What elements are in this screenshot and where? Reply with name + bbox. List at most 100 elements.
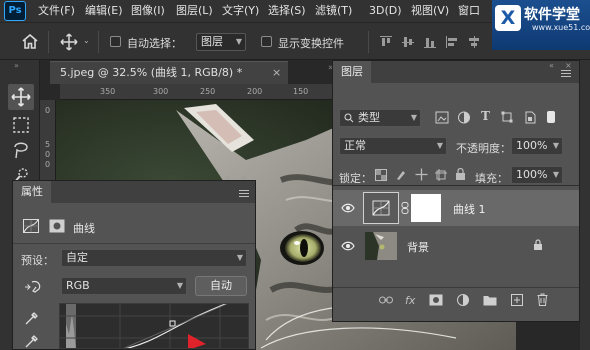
align-vcenter-icon[interactable] [402, 36, 414, 48]
layer-mask-thumbnail[interactable] [411, 194, 441, 222]
layer-name[interactable]: 曲线 1 [453, 201, 486, 217]
document-tab-title: 5.jpeg @ 32.5% (曲线 1, RGB/8) * [60, 66, 243, 79]
layer-filter-dropdown[interactable]: 类型 ▼ [339, 109, 421, 127]
separator [98, 31, 99, 53]
visibility-eye-icon[interactable] [341, 201, 355, 215]
on-image-adjust-icon[interactable] [23, 279, 43, 295]
opacity-input[interactable]: 100% ▼ [511, 137, 563, 155]
eyedropper-gray-icon[interactable] [23, 334, 39, 350]
filter-pixel-icon[interactable] [435, 111, 449, 124]
mask-icon[interactable] [49, 219, 65, 233]
lock-transparency-icon[interactable] [375, 169, 387, 181]
menu-view[interactable]: 视图(V) [411, 3, 449, 19]
lock-position-icon[interactable] [415, 168, 428, 181]
new-adjustment-icon[interactable] [457, 294, 469, 306]
channel-dropdown[interactable]: RGB ▼ [61, 277, 187, 295]
collapse-panel-icon[interactable]: « [549, 61, 554, 70]
close-icon[interactable]: × [272, 62, 281, 84]
move-tool-icon[interactable] [60, 33, 78, 51]
move-tool-button[interactable] [8, 84, 34, 110]
divider [13, 243, 255, 244]
menu-image[interactable]: 图像(I) [131, 3, 165, 19]
show-transform-checkbox[interactable] [261, 36, 272, 47]
chevron-down-icon: ▼ [235, 37, 242, 46]
auto-button[interactable]: 自动 [195, 276, 247, 296]
menu-layer[interactable]: 图层(L) [176, 3, 213, 19]
auto-select-checkbox[interactable] [110, 36, 121, 47]
lock-pixels-icon[interactable] [395, 169, 407, 181]
filter-smart-object-icon[interactable] [523, 111, 537, 124]
layer-row-background[interactable]: 背景 [333, 228, 579, 264]
filter-toggle-switch[interactable] [547, 111, 555, 123]
curves-adjustment-icon [372, 200, 390, 216]
preset-value: 自定 [66, 251, 88, 264]
curves-graph[interactable] [59, 303, 249, 349]
layers-panel-header: 图层 « × [333, 61, 579, 83]
lock-artboard-icon[interactable] [435, 169, 447, 181]
curves-graph-plot [60, 304, 248, 348]
ruler-label: 0 [45, 160, 51, 169]
ruler-label: 250 [200, 87, 216, 96]
marquee-tool-button[interactable] [8, 112, 34, 138]
layer-row-curves[interactable]: 曲线 1 [333, 190, 579, 226]
panel-menu-icon[interactable] [239, 190, 249, 198]
lock-all-icon[interactable] [455, 168, 466, 181]
watermark-title: 软件学堂 [524, 7, 580, 23]
menu-file[interactable]: 文件(F) [38, 3, 75, 19]
watermark-logo: X [495, 5, 521, 31]
chevron-down-icon: ▼ [410, 113, 417, 122]
tab-properties[interactable]: 属性 [13, 181, 51, 203]
home-icon[interactable] [22, 34, 38, 49]
document-tab[interactable]: 5.jpeg @ 32.5% (曲线 1, RGB/8) * × [50, 61, 288, 84]
panel-menu-icon[interactable] [561, 70, 571, 78]
lasso-icon [14, 142, 28, 159]
visibility-eye-icon[interactable] [341, 239, 355, 253]
link-layers-icon[interactable] [379, 294, 393, 306]
separator [48, 31, 49, 53]
filter-type-icon[interactable]: T [481, 109, 490, 123]
ruler-label: 0 [45, 150, 51, 159]
curves-adjustment-icon [23, 219, 39, 233]
trash-icon[interactable] [537, 293, 548, 306]
eyedropper-white-icon[interactable] [23, 311, 39, 327]
ruler-label: 0 [45, 106, 51, 115]
tab-layers[interactable]: 图层 [333, 61, 371, 83]
layer-name[interactable]: 背景 [407, 239, 429, 255]
close-panel-icon[interactable]: × [565, 61, 572, 70]
right-dock-strip [580, 60, 590, 350]
align-left-icon[interactable] [446, 36, 458, 48]
fill-value: 100% [516, 168, 548, 181]
collapse-panel-icon[interactable]: « [225, 173, 230, 182]
fx-icon[interactable]: fx [405, 294, 415, 307]
blend-mode-dropdown[interactable]: 正常 ▼ [339, 137, 447, 155]
mask-link-icon[interactable] [401, 202, 409, 214]
filter-shape-icon[interactable] [501, 111, 515, 124]
collapse-toolbar-icon[interactable]: » [14, 61, 19, 70]
marquee-icon [13, 117, 29, 133]
menu-filter[interactable]: 滤镜(T) [315, 3, 352, 19]
menu-type[interactable]: 文字(Y) [222, 3, 259, 19]
close-panel-icon[interactable]: × [241, 173, 248, 182]
layer-thumbnail[interactable] [365, 232, 397, 260]
new-group-icon[interactable] [483, 294, 497, 306]
chevron-down-icon: ▼ [552, 170, 559, 179]
adjustment-thumbnail[interactable] [363, 192, 399, 224]
new-layer-icon[interactable] [511, 294, 523, 306]
menu-window[interactable]: 窗口 [458, 3, 480, 19]
fill-input[interactable]: 100% ▼ [511, 166, 563, 184]
divider [333, 287, 579, 288]
watermark-url: www.xue51.com [532, 23, 590, 32]
align-hcenter-icon[interactable] [468, 36, 480, 48]
menu-select[interactable]: 选择(S) [268, 3, 306, 19]
menu-3d[interactable]: 3D(D) [369, 3, 402, 19]
tool-preset-chevron-icon[interactable]: ⌄ [83, 36, 90, 45]
auto-select-target-dropdown[interactable]: 图层 ▼ [196, 33, 246, 51]
lasso-tool-button[interactable] [8, 138, 34, 164]
align-top-icon[interactable] [380, 36, 392, 48]
align-bottom-icon[interactable] [424, 36, 436, 48]
preset-dropdown[interactable]: 自定 ▼ [61, 249, 247, 267]
filter-adjustment-icon[interactable] [457, 111, 471, 124]
add-mask-icon[interactable] [429, 294, 443, 306]
search-icon [344, 113, 354, 123]
menu-edit[interactable]: 编辑(E) [85, 3, 123, 19]
